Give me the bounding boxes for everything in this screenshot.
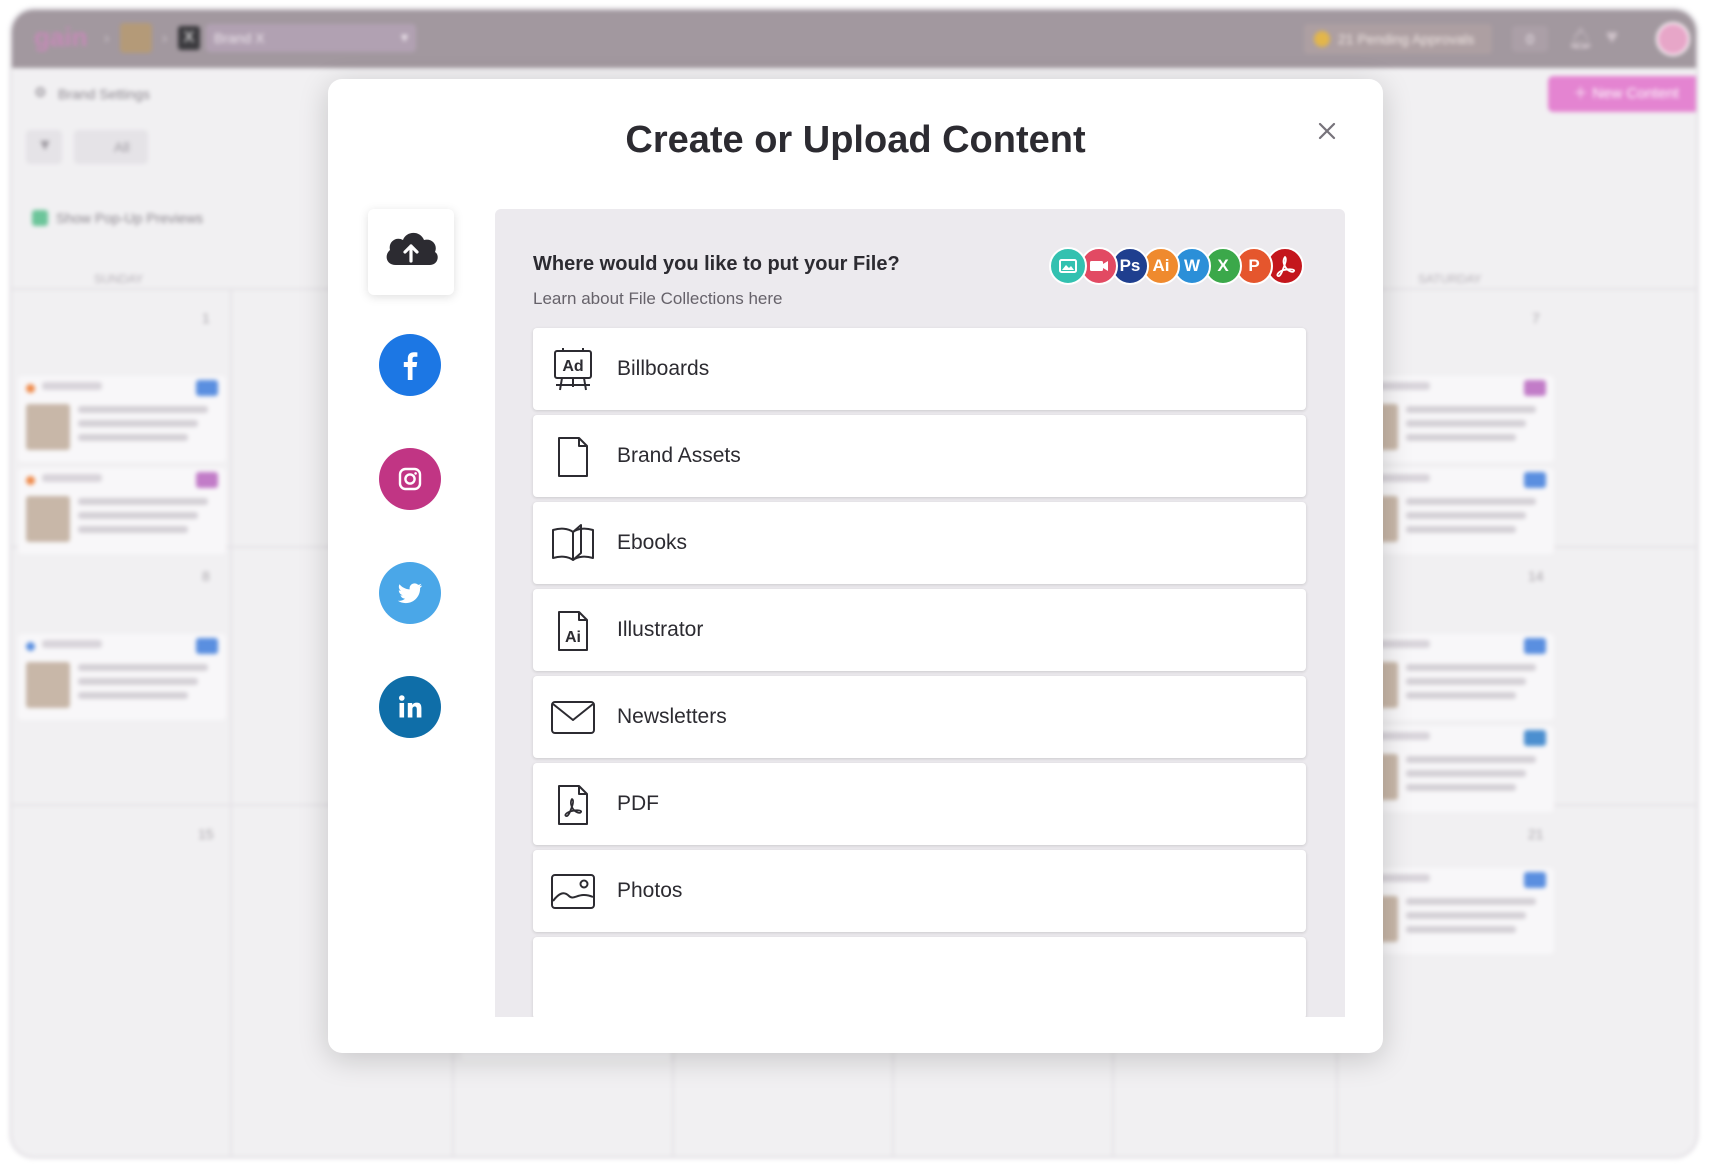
close-button[interactable]: [1313, 117, 1341, 145]
filter-all-toggle[interactable]: All: [74, 130, 148, 164]
illustrator-file-icon: Ai: [558, 611, 588, 651]
file-collections-link[interactable]: Learn about File Collections here: [533, 289, 782, 309]
day-number: 15: [198, 826, 214, 842]
collection-label: Newsletters: [617, 705, 727, 728]
instagram-tab[interactable]: [379, 448, 441, 510]
instagram-icon: [398, 467, 422, 491]
svg-text:Ad: Ad: [562, 358, 583, 375]
collection-label: Brand Assets: [617, 444, 741, 467]
linkedin-tab[interactable]: [379, 676, 441, 738]
chevron-down-icon: ▾: [400, 29, 408, 45]
twitter-icon: [397, 583, 422, 604]
app-logo[interactable]: gain: [34, 22, 87, 53]
cloud-upload-icon: [386, 232, 438, 265]
brand-settings-label[interactable]: Brand Settings: [58, 86, 150, 102]
collection-label: Illustrator: [617, 618, 704, 641]
pending-approvals-button[interactable]: 21 Pending Approvals: [1304, 24, 1492, 54]
close-icon: [1318, 122, 1336, 140]
document-icon: [558, 437, 588, 477]
new-content-label: New Content: [1592, 85, 1679, 102]
facebook-tab[interactable]: [379, 334, 441, 396]
brand-x-icon: X: [178, 26, 200, 50]
gear-icon: ⚙: [34, 84, 47, 100]
collection-next-partial[interactable]: [533, 937, 1306, 1017]
create-upload-modal: Create or Upload Content Where would you…: [328, 79, 1383, 1053]
collection-illustrator[interactable]: Ai Illustrator: [533, 589, 1306, 671]
collections-panel: Where would you like to put your File? L…: [495, 209, 1345, 1017]
day-number: 14: [1528, 568, 1544, 584]
open-book-icon: [552, 524, 594, 561]
collection-label: Photos: [617, 879, 683, 902]
collection-billboards[interactable]: Ad Billboards: [533, 328, 1306, 410]
weekday-label: SUNDAY: [94, 272, 144, 286]
calendar-icon[interactable]: [1512, 200, 1548, 234]
breadcrumb-separator: ›: [104, 30, 110, 47]
collection-newsletters[interactable]: Newsletters: [533, 676, 1306, 758]
collection-label: PDF: [617, 792, 659, 815]
heart-icon[interactable]: ♥: [1606, 26, 1618, 49]
collection-ebooks[interactable]: Ebooks: [533, 502, 1306, 584]
upload-tab[interactable]: [368, 209, 454, 295]
linkedin-icon: [399, 695, 422, 718]
post-card[interactable]: [18, 376, 226, 462]
collection-label: Ebooks: [617, 531, 688, 554]
pending-approvals-label: 21 Pending Approvals: [1338, 31, 1475, 47]
filter-button[interactable]: ▼: [26, 130, 62, 164]
twitter-tab[interactable]: [379, 562, 441, 624]
post-card[interactable]: [18, 634, 226, 720]
weekday-label: SATURDAY: [1418, 272, 1482, 286]
post-card[interactable]: [18, 468, 226, 554]
file-type-icons: Ps Ai W X P: [1049, 247, 1309, 285]
day-number: 1: [202, 310, 210, 326]
top-bar: gain › › X Brand X ▾ 21 Pending Approval…: [12, 10, 1696, 68]
brand-selector[interactable]: Brand X ▾: [206, 24, 416, 52]
billboard-ad-icon: Ad: [554, 348, 592, 391]
upload-question: Where would you like to put your File?: [533, 253, 900, 275]
collection-pdf[interactable]: PDF: [533, 763, 1306, 845]
collection-label: Billboards: [617, 357, 710, 380]
image-icon: [1049, 247, 1087, 285]
day-number: 21: [1528, 826, 1544, 842]
svg-text:Ai: Ai: [565, 629, 581, 646]
plus-icon: ＋: [1573, 85, 1593, 102]
bookmark-icon[interactable]: [1468, 200, 1504, 234]
new-content-button[interactable]: ＋ New Content: [1548, 76, 1696, 112]
filter-icon: ▼: [37, 137, 53, 154]
brand-thumbnail[interactable]: [120, 23, 152, 53]
inbox-count: 0: [1526, 31, 1534, 47]
breadcrumb-separator: ›: [162, 30, 168, 47]
bell-icon[interactable]: 🔔︎: [1568, 26, 1593, 51]
pdf-file-icon: [558, 785, 588, 825]
day-number: 7: [1532, 310, 1540, 326]
brand-selector-label: Brand X: [214, 30, 265, 46]
inbox-button[interactable]: 0: [1512, 26, 1548, 52]
envelope-icon: [551, 701, 595, 734]
collection-brand-assets[interactable]: Brand Assets: [533, 415, 1306, 497]
user-avatar[interactable]: [1656, 22, 1690, 56]
photo-icon: [551, 874, 595, 909]
clock-icon: [1314, 31, 1330, 47]
facebook-icon: [403, 352, 418, 380]
modal-title: Create or Upload Content: [625, 119, 1086, 161]
day-number: 8: [202, 568, 210, 584]
show-previews-checkbox[interactable]: [32, 210, 48, 226]
show-previews-label: Show Pop-Up Previews: [56, 210, 204, 226]
filter-all-label: All: [114, 139, 130, 155]
collection-photos[interactable]: Photos: [533, 850, 1306, 932]
